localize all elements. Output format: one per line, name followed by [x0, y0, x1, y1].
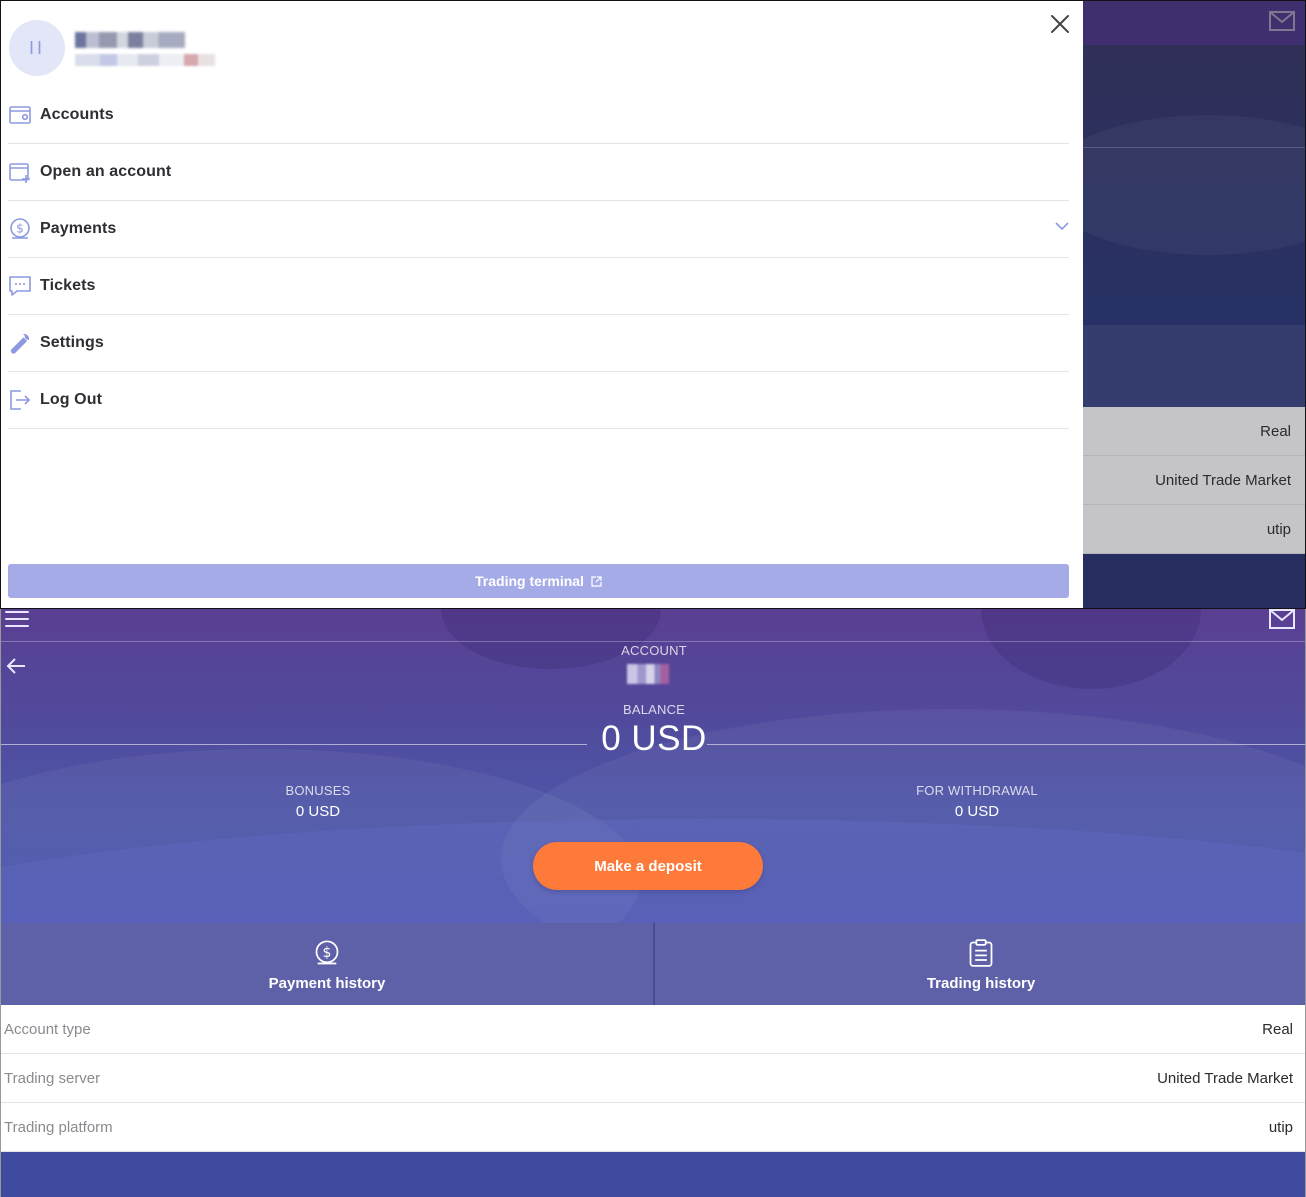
avatar[interactable]: II [9, 20, 65, 76]
back-arrow-icon[interactable] [5, 655, 27, 677]
detail-row-trading-platform: Trading platform utip [1, 1103, 1305, 1152]
history-tabs: $ Payment history Trading history [1, 923, 1305, 1005]
sidebar-item-label: Open an account [40, 163, 172, 180]
background-bottom-bar [1083, 554, 1305, 608]
mail-icon[interactable] [1269, 609, 1295, 629]
svg-text:$: $ [16, 222, 24, 236]
bottom-bar [1, 1152, 1305, 1197]
detail-value: United Trade Market [1157, 1069, 1293, 1087]
make-deposit-button[interactable]: Make a deposit [533, 842, 763, 890]
wrench-icon [8, 331, 32, 355]
account-label: ACCOUNT [621, 643, 687, 658]
account-details: Account type Real Trading server United … [1, 1005, 1305, 1152]
tab-payment-history[interactable]: $ Payment history [1, 923, 655, 1005]
sidebar-item-label: Settings [40, 334, 104, 351]
sidebar-item-settings[interactable]: Settings [8, 315, 1069, 372]
sidebar-item-label: Tickets [40, 277, 96, 294]
logout-icon [8, 388, 32, 412]
avatar-initials: II [28, 37, 45, 58]
close-icon[interactable] [1047, 11, 1073, 37]
menu-icon[interactable] [5, 611, 29, 631]
external-link-icon [591, 575, 602, 587]
svg-text:$: $ [323, 945, 332, 961]
detail-value: Real [1262, 1020, 1293, 1038]
background-tabs [1083, 325, 1305, 407]
user-name-redacted [75, 32, 185, 48]
tab-trading-history[interactable]: Trading history [655, 923, 1305, 1005]
sidebar-item-accounts[interactable]: Accounts [8, 87, 1069, 144]
background-row-account-type: Real [1083, 407, 1305, 456]
balance-label: BALANCE [622, 702, 686, 717]
background-header [1083, 1, 1305, 45]
account-hero: ACCOUNT BALANCE 0 USD BONUSES 0 USD FOR … [1, 609, 1305, 923]
sidebar-item-logout[interactable]: Log Out [8, 372, 1069, 429]
background-row-trading-server: United Trade Market [1083, 456, 1305, 505]
sidebar-item-label: Payments [40, 220, 117, 237]
trading-terminal-button[interactable]: Trading terminal [8, 564, 1069, 598]
chevron-down-icon[interactable] [1055, 221, 1069, 231]
withdrawal-label: FOR WITHDRAWAL [916, 783, 1038, 798]
bonuses-label: BONUSES [285, 783, 351, 798]
withdrawal-value: 0 USD [954, 803, 1000, 820]
detail-value: utip [1268, 1118, 1293, 1136]
dimmed-background-page: Real United Trade Market utip [1083, 1, 1305, 608]
background-row-trading-platform: utip [1083, 505, 1305, 554]
mail-icon [1269, 11, 1295, 31]
account-number-redacted [627, 664, 669, 684]
detail-key: Account type [4, 1020, 91, 1038]
tab-label: Payment history [268, 975, 386, 992]
sidebar-menu: Accounts Open an account $ Payments Tick… [8, 87, 1069, 429]
trading-terminal-label: Trading terminal [475, 573, 584, 589]
bonuses-value: 0 USD [295, 803, 341, 820]
detail-row-account-type: Account type Real [1, 1005, 1305, 1054]
balance-value: 0 USD [601, 719, 707, 758]
sidebar-item-open-account[interactable]: Open an account [8, 144, 1069, 201]
side-menu: II Accounts Open an account $ Payments T… [1, 1, 1083, 608]
account-screenshot: ACCOUNT BALANCE 0 USD BONUSES 0 USD FOR … [0, 609, 1306, 1197]
tab-label: Trading history [926, 975, 1036, 992]
sidebar-screenshot: Real United Trade Market utip II Account… [0, 0, 1306, 609]
sidebar-item-label: Accounts [40, 106, 114, 123]
clipboard-icon [969, 939, 993, 967]
sidebar-item-payments[interactable]: $ Payments [8, 201, 1069, 258]
dollar-coin-icon: $ [8, 217, 32, 241]
chat-bubble-icon [8, 274, 32, 298]
detail-key: Trading platform [4, 1118, 113, 1136]
background-hero [1083, 45, 1305, 325]
sidebar-item-label: Log Out [40, 391, 103, 408]
user-email-redacted [75, 54, 215, 66]
sidebar-item-tickets[interactable]: Tickets [8, 258, 1069, 315]
dollar-coin-icon: $ [315, 940, 339, 965]
wallet-icon [8, 103, 32, 127]
add-account-icon [8, 160, 32, 184]
detail-key: Trading server [4, 1069, 101, 1087]
detail-row-trading-server: Trading server United Trade Market [1, 1054, 1305, 1103]
